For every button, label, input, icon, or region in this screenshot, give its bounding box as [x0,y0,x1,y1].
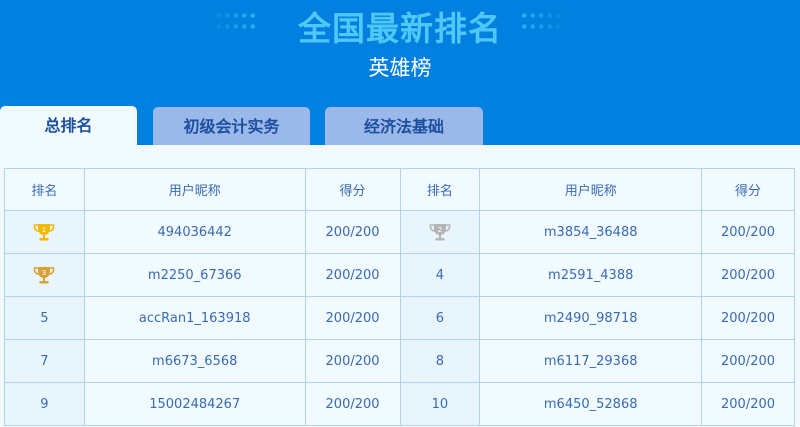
column-header: 得分 [701,168,795,211]
score-cell: 200/200 [701,296,795,340]
rank-cell: 9 [4,382,85,426]
score-cell: 200/200 [701,382,795,426]
column-header: 排名 [399,168,481,211]
trophy-silver-icon: 2 [429,224,451,241]
rank-cell: 1 [4,210,85,254]
svg-text:2: 2 [438,226,442,234]
table-header-row: 排名 用户昵称 得分 排名 用户昵称 得分 [4,168,795,211]
rank-cell: 5 [4,296,85,340]
rank-cell: 3 [4,253,85,297]
column-header: 用户昵称 [83,168,306,211]
rank-cell: 7 [4,339,85,383]
score-cell: 200/200 [701,339,795,383]
table-row: 3 m2250_67366 200/200 4 m2591_4388 200/200 [4,253,795,297]
trophy-gold-icon: 1 [34,224,55,241]
table-row: 9 15002484267 200/200 10 m6450_52868 200/200 [4,382,795,426]
tab-total-ranking[interactable]: 总排名 [0,106,137,146]
score-cell: 200/200 [304,382,401,426]
ranking-table: 排名 用户昵称 得分 排名 用户昵称 得分 1 494036442 200/200 2… [4,168,795,426]
column-header: 得分 [304,168,401,211]
nickname-cell: m2490_98718 [479,296,703,340]
nickname-cell: m6673_6568 [83,339,306,383]
score-cell: 200/200 [304,253,401,297]
nickname-cell: m2250_67366 [83,253,306,297]
nickname-cell: m2591_4388 [479,253,703,297]
nickname-cell: m3854_36488 [479,210,703,254]
table-row: 5 accRan1_163918 200/200 6 m2490_98718 200/20… [4,296,795,340]
table-row: 7 m6673_6568 200/200 8 m6117_29368 200/200 [4,339,795,383]
nickname-cell: m6450_52868 [479,382,703,426]
svg-text:3: 3 [42,269,46,277]
score-cell: 200/200 [304,339,401,383]
score-cell: 200/200 [701,253,795,297]
score-cell: 200/200 [701,210,795,254]
nickname-cell: m6117_29368 [479,339,703,383]
page-title: 全国最新排名 [298,9,502,48]
nickname-cell: accRan1_163918 [83,296,306,340]
rank-cell: 10 [399,382,481,426]
column-header: 排名 [4,168,85,211]
page-subtitle: 英雄榜 [368,56,432,80]
rank-cell: 6 [399,296,481,340]
rank-cell: 4 [399,253,481,297]
rank-cell: 2 [399,210,481,254]
tab-economic-law[interactable]: 经济法基础 [325,107,483,145]
score-cell: 200/200 [304,210,401,254]
column-header: 用户昵称 [479,168,703,211]
svg-text:1: 1 [42,226,46,234]
score-cell: 200/200 [304,296,401,340]
rank-cell: 8 [399,339,481,383]
table-row: 1 494036442 200/200 2 m3854_36488 200/200 [4,210,795,254]
trophy-bronze-icon: 3 [34,267,55,284]
header-banner: 全国最新排名 英雄榜 总排名 初级会计实务 经济法基础 [0,0,800,146]
nickname-cell: 494036442 [83,210,306,254]
nickname-cell: 15002484267 [83,382,306,426]
tab-junior-accounting[interactable]: 初级会计实务 [153,107,310,145]
